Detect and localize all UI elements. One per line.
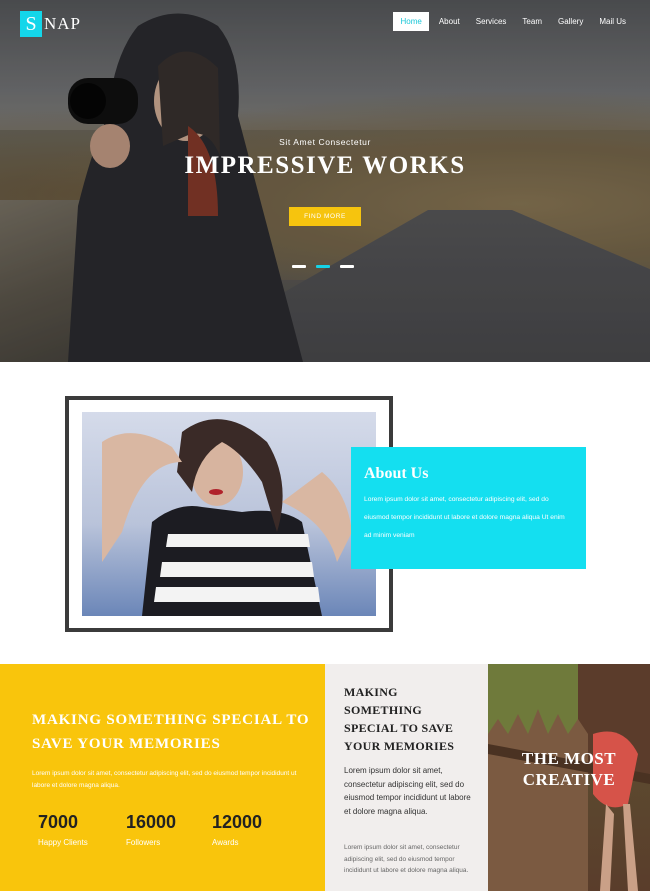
stat-awards: 12000 Awards xyxy=(212,812,262,847)
nav-item-services[interactable]: Services xyxy=(470,12,513,31)
stat-label: Awards xyxy=(212,838,239,847)
about-text: Lorem ipsum dolor sit amet, consectetur … xyxy=(364,496,565,539)
nav-item-home[interactable]: Home xyxy=(393,12,429,31)
stat-label: Happy Clients xyxy=(38,838,88,847)
about-title: About Us xyxy=(364,465,429,482)
main-nav: Home About Services Team Gallery Mail Us xyxy=(393,12,632,31)
creative-title: THE MOST CREATIVE xyxy=(521,749,617,789)
find-more-button[interactable]: FIND MORE xyxy=(289,207,361,226)
logo-initial: S xyxy=(20,11,42,37)
slider-dot-2[interactable] xyxy=(316,265,330,268)
slider-dot-1[interactable] xyxy=(292,265,306,268)
stat-value: 7000 xyxy=(38,812,79,832)
hero-overlay xyxy=(0,0,650,362)
stat-label: Followers xyxy=(126,838,161,847)
about-photo xyxy=(82,412,376,616)
slider-dot-3[interactable] xyxy=(340,265,354,268)
stat-value: 12000 xyxy=(212,812,263,832)
site-logo[interactable]: S NAP xyxy=(20,10,81,38)
middle-text-secondary: Lorem ipsum dolor sit amet, consectetur … xyxy=(344,844,469,874)
middle-text: Lorem ipsum dolor sit amet, consectetur … xyxy=(344,766,471,816)
nav-item-team[interactable]: Team xyxy=(516,12,548,31)
stat-followers: 16000 Followers xyxy=(126,812,176,847)
middle-title: MAKING SOMETHING SPECIAL TO SAVE YOUR ME… xyxy=(344,685,455,753)
special-title: MAKING SOMETHING SPECIAL TO SAVE YOUR ME… xyxy=(32,712,310,752)
nav-item-mail-us[interactable]: Mail Us xyxy=(593,12,632,31)
stat-value: 16000 xyxy=(126,812,177,832)
logo-text: NAP xyxy=(44,14,82,33)
woman-portrait-image xyxy=(102,419,352,616)
about-us-card: About Us Lorem ipsum dolor sit amet, con… xyxy=(351,447,586,569)
nav-item-about[interactable]: About xyxy=(433,12,466,31)
nav-item-gallery[interactable]: Gallery xyxy=(552,12,589,31)
hero-kicker: Sit Amet Consectetur xyxy=(279,137,371,147)
special-text: Lorem ipsum dolor sit amet, consectetur … xyxy=(32,770,297,789)
stat-happy-clients: 7000 Happy Clients xyxy=(38,812,88,847)
hero-title: IMPRESSIVE WORKS xyxy=(184,152,466,179)
hero-banner: S NAP Home About Services Team Gallery M… xyxy=(0,0,650,362)
slider-dots xyxy=(292,265,354,268)
